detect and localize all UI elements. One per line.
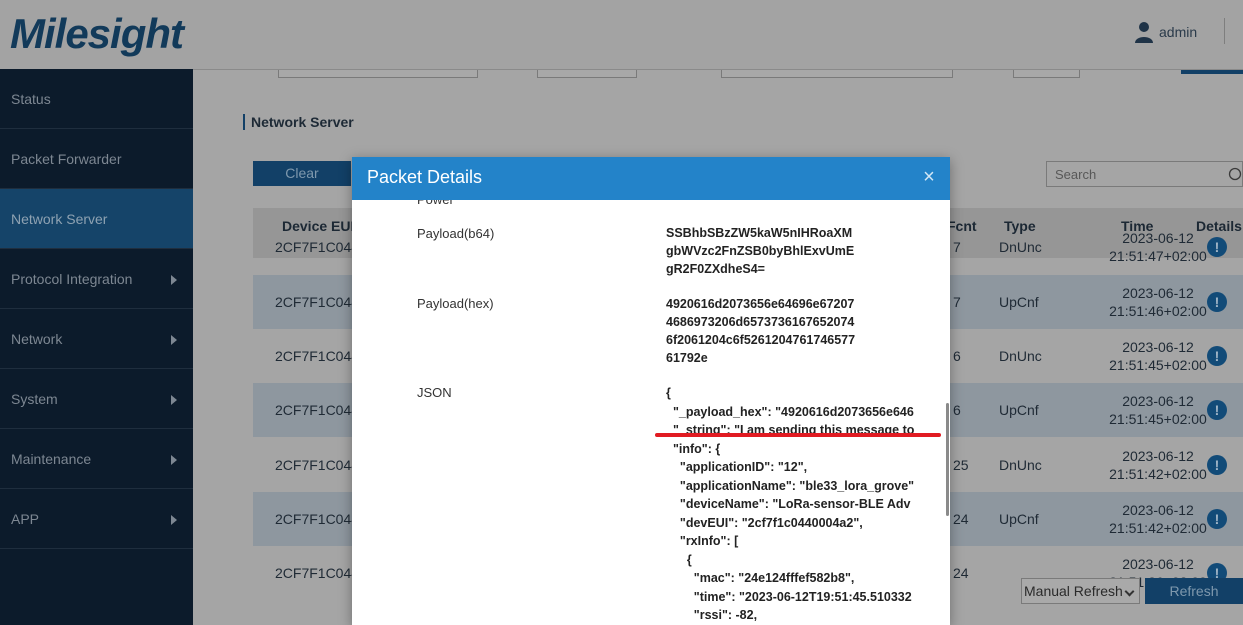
device-eui-cell: 2CF7F1C044 [275, 294, 360, 310]
user-menu[interactable]: admin [1134, 20, 1197, 44]
type-cell: DnUnc [999, 457, 1042, 473]
sidebar-item-protocol-integration[interactable]: Protocol Integration [0, 249, 193, 309]
header-divider [1224, 18, 1225, 44]
payload-hex-label: Payload(hex) [417, 296, 494, 311]
filter-field-3[interactable] [721, 70, 953, 78]
close-icon[interactable]: × [920, 166, 938, 188]
modal-header: Packet Details × [352, 157, 950, 200]
sidebar-item-label: APP [11, 511, 40, 527]
username-label: admin [1159, 24, 1198, 40]
time-cell: 2023-06-12 21:51:45+02:00 [1109, 339, 1207, 373]
json-label: JSON [417, 385, 452, 400]
search-input[interactable] [1046, 161, 1243, 187]
json-line: "devEUI": "2cf7f1c0440004a2", [666, 515, 863, 530]
json-line: "applicationName": "ble33_lora_grove" [666, 478, 915, 493]
type-cell: UpCnf [999, 511, 1039, 527]
modal-body[interactable]: Power Payload(b64) SSBhbSBzZW5kaW5nIHRoa… [352, 200, 950, 625]
filter-button[interactable] [1181, 70, 1243, 74]
device-eui-cell: 2CF7F1C044 [275, 457, 360, 473]
sidebar-item-packet-forwarder[interactable]: Packet Forwarder [0, 129, 193, 189]
sidebar-item-label: Packet Forwarder [11, 151, 122, 167]
info-icon[interactable]: ! [1207, 237, 1227, 257]
json-value[interactable]: { "_payload_hex": "4920616d2073656e646 "… [666, 384, 920, 625]
chevron-right-icon [171, 395, 177, 405]
device-eui-cell: 2CF7F1C044 [275, 348, 360, 364]
time-cell: 2023-06-12 21:51:47+02:00 [1109, 230, 1207, 264]
json-line: "mac": "24e124fffef582b8", [666, 571, 855, 585]
type-cell: UpCnf [999, 402, 1039, 418]
chevron-right-icon [171, 455, 177, 465]
filter-field-4[interactable] [1013, 70, 1080, 78]
filter-field-2[interactable] [537, 70, 637, 78]
refresh-button[interactable]: Refresh [1145, 578, 1243, 604]
chevron-right-icon [171, 275, 177, 285]
time-cell: 2023-06-12 21:51:46+02:00 [1109, 285, 1207, 319]
json-line: "deviceName": "LoRa-sensor-BLE Adv [666, 497, 911, 511]
info-icon[interactable]: ! [1207, 455, 1227, 475]
sidebar: Status Packet Forwarder Network Server Prot… [0, 69, 193, 625]
time-cell: 2023-06-12 21:51:42+02:00 [1109, 502, 1207, 536]
fcnt-cell: 7 [953, 239, 961, 255]
info-icon[interactable]: ! [1207, 509, 1227, 529]
chevron-right-icon [171, 335, 177, 345]
search-icon[interactable] [1228, 167, 1242, 181]
fcnt-cell: 24 [953, 565, 969, 581]
packet-details-modal: Packet Details × Power Payload(b64) SSBh… [352, 157, 950, 625]
sidebar-item-label: Status [11, 91, 51, 107]
sidebar-item-network[interactable]: Network [0, 309, 193, 369]
sidebar-item-label: Protocol Integration [11, 271, 133, 287]
time-cell: 2023-06-12 21:51:42+02:00 [1109, 448, 1207, 482]
type-cell: DnUnc [999, 348, 1042, 364]
top-header: Milesight admin [0, 0, 1243, 70]
json-line: "_payload_hex": "4920616d2073656e646 [666, 404, 914, 419]
chevron-right-icon [171, 515, 177, 525]
sidebar-item-label: Maintenance [11, 451, 92, 467]
power-label: Power [417, 200, 454, 208]
sidebar-item-network-server[interactable]: Network Server [0, 189, 193, 249]
json-line: "time": "2023-06-12T19:51:45.510332 [666, 589, 912, 604]
json-line: "applicationID": "12", [666, 460, 808, 474]
section-title: Network Server [243, 114, 354, 130]
device-eui-cell: 2CF7F1C044 [275, 239, 360, 255]
sidebar-item-app[interactable]: APP [0, 489, 193, 549]
clear-button[interactable]: Clear [253, 161, 351, 186]
sidebar-item-maintenance[interactable]: Maintenance [0, 429, 193, 489]
device-eui-cell: 2CF7F1C044 [275, 565, 360, 581]
json-scrollbar[interactable] [946, 403, 949, 516]
json-line: { [666, 552, 692, 567]
json-line: "info": { [666, 441, 721, 456]
sidebar-item-label: System [11, 391, 58, 407]
fcnt-cell: 6 [953, 348, 961, 364]
refresh-mode-select[interactable]: Manual Refresh [1021, 578, 1140, 604]
device-eui-cell: 2CF7F1C044 [275, 402, 360, 418]
user-icon [1135, 22, 1153, 43]
payload-b64-value: SSBhbSBzZW5kaW5nIHRoaXM gbWVzc2FnZSB0byB… [666, 226, 855, 276]
chevron-down-icon [1124, 586, 1135, 597]
fcnt-cell: 7 [953, 294, 961, 310]
payload-b64-label: Payload(b64) [417, 226, 495, 241]
type-cell: DnUnc [999, 239, 1042, 255]
type-cell: UpCnf [999, 294, 1039, 310]
sidebar-item-label: Network [11, 331, 63, 347]
time-cell: 2023-06-12 21:51:45+02:00 [1109, 393, 1207, 427]
filter-field-1[interactable] [278, 70, 478, 78]
json-line: "rxInfo": [ [666, 534, 739, 548]
fcnt-cell: 24 [953, 511, 969, 527]
info-icon[interactable]: ! [1207, 292, 1227, 312]
sidebar-item-label: Network Server [11, 211, 108, 227]
info-icon[interactable]: ! [1207, 346, 1227, 366]
refresh-mode-value: Manual Refresh [1024, 583, 1123, 599]
sidebar-item-system[interactable]: System [0, 369, 193, 429]
json-line: "rssi": -82, [666, 608, 758, 622]
payload-hex-value: 4920616d2073656e64696e67207 4686973206d6… [666, 297, 856, 365]
device-eui-cell: 2CF7F1C044 [275, 511, 360, 527]
json-line: { [666, 386, 671, 400]
sidebar-item-status[interactable]: Status [0, 69, 193, 129]
highlight-underline [655, 433, 941, 437]
fcnt-cell: 6 [953, 402, 961, 418]
modal-title: Packet Details [367, 167, 483, 187]
milesight-logo: Milesight [10, 10, 184, 57]
fcnt-cell: 25 [953, 457, 969, 473]
info-icon[interactable]: ! [1207, 400, 1227, 420]
